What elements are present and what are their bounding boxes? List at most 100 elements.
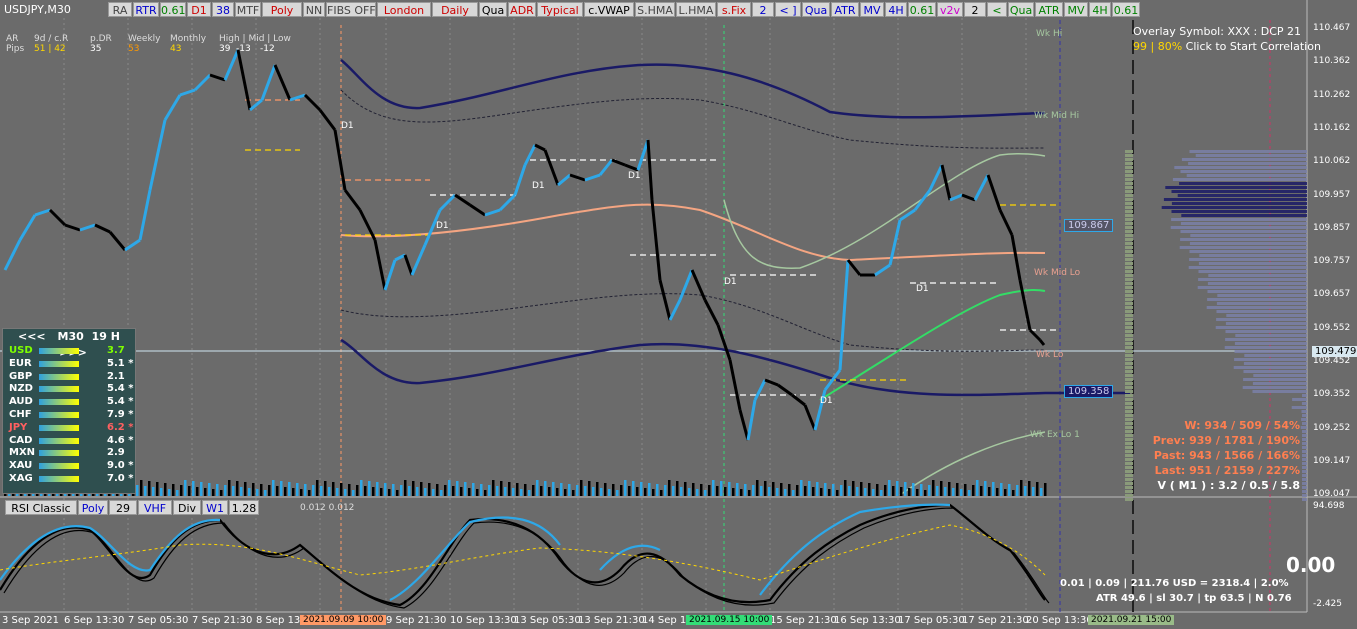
toolbar-button[interactable]: 4H <box>1089 2 1111 17</box>
toolbar-button[interactable]: MV <box>1064 2 1088 17</box>
toolbar-button[interactable]: ATR <box>831 2 859 17</box>
rsi-toolbar-button[interactable]: 1.28 <box>229 500 259 515</box>
toolbar-button[interactable]: c.VWAP <box>584 2 634 17</box>
toolbar-button[interactable]: v2v <box>937 2 963 17</box>
volume-bar <box>484 490 487 496</box>
correlation-link[interactable]: 99 | 80% Click to Start Correlation <box>1133 40 1321 53</box>
rsi-toolbar-button[interactable]: RSI Classic <box>5 500 77 515</box>
price-segment <box>373 239 387 291</box>
volume-profile-bar <box>1125 358 1133 361</box>
volume-profile-bar <box>1125 434 1133 437</box>
toolbar-button[interactable]: < ] <box>775 2 801 17</box>
volume-bar <box>428 483 431 496</box>
volume-bar <box>864 488 867 496</box>
volume-profile-bar <box>1125 262 1133 265</box>
volume-profile-bar <box>1125 298 1133 301</box>
toolbar-button[interactable]: D1 <box>187 2 211 17</box>
volume-bar <box>164 483 167 496</box>
rsi-toolbar-button[interactable]: 29 <box>109 500 137 515</box>
rsi-toolbar-button[interactable]: Div <box>173 500 201 515</box>
toolbar-button[interactable]: London <box>377 2 431 17</box>
volume-profile-bar <box>1302 478 1307 481</box>
toolbar-button[interactable]: ADR <box>508 2 536 17</box>
toolbar-button[interactable]: 4H <box>885 2 907 17</box>
toolbar-button[interactable]: Typical <box>537 2 583 17</box>
volume-bar <box>152 487 155 496</box>
volume-profile-bar <box>1125 450 1133 453</box>
toolbar-button[interactable]: Qua <box>1008 2 1034 17</box>
toolbar-button[interactable]: 2 <box>752 2 774 17</box>
volume-bar <box>728 482 731 496</box>
volume-profile-bar <box>1125 410 1133 413</box>
toolbar-button[interactable]: MV <box>860 2 884 17</box>
volume-profile-bar <box>1302 494 1307 497</box>
d1-label: D1 <box>820 396 833 406</box>
volume-bar <box>452 486 455 496</box>
volume-profile-bar <box>1189 258 1307 261</box>
volume-bar <box>860 482 863 496</box>
volume-bar <box>424 488 427 496</box>
toolbar-button[interactable]: L.HMA <box>676 2 716 17</box>
toolbar-button[interactable]: < <box>987 2 1007 17</box>
upper-ma <box>723 152 1046 269</box>
strength-row: XAU 9.0 * <box>3 460 135 473</box>
volume-profile-bar <box>1125 210 1133 213</box>
rsi-toolbar-button[interactable]: W1 <box>202 500 228 515</box>
currency-code: AUD <box>9 396 33 408</box>
volume-profile-bar <box>1125 194 1133 197</box>
toolbar-button[interactable]: 0.61 <box>1112 2 1140 17</box>
volume-profile-bar <box>1302 466 1307 469</box>
toolbar-button[interactable]: NN <box>303 2 325 17</box>
pips-monthly: 43 <box>170 44 182 54</box>
toolbar-button[interactable]: Qua <box>479 2 507 17</box>
volume-bar <box>396 490 399 496</box>
volume-profile-bar <box>1125 382 1133 385</box>
toolbar-button[interactable]: FIBS OFF <box>326 2 376 17</box>
toolbar-button[interactable]: 2 <box>964 2 986 17</box>
volume-bar <box>392 484 395 496</box>
strength-prev-button[interactable]: <<< <box>18 330 46 343</box>
toolbar-button[interactable]: Daily <box>432 2 478 17</box>
price-segment <box>260 64 277 101</box>
toolbar-button[interactable]: RTR <box>133 2 159 17</box>
toolbar-button[interactable]: Qua <box>802 2 830 17</box>
volume-profile-bar <box>1125 362 1133 365</box>
toolbar-button[interactable]: MTF <box>235 2 261 17</box>
toolbar-button[interactable]: 38 <box>212 2 234 17</box>
volume-profile-bar <box>1163 198 1307 201</box>
volume-bar <box>672 486 675 496</box>
price-segment <box>108 231 127 251</box>
volume-bar <box>676 481 679 496</box>
currency-code: XAU <box>9 460 33 472</box>
toolbar-button[interactable]: 0.61 <box>908 2 936 17</box>
volume-bar <box>412 481 415 496</box>
price-segment <box>223 49 240 81</box>
volume-profile-bar <box>1125 350 1133 353</box>
volume-profile-bar <box>1125 398 1133 401</box>
volume-profile-bar <box>1125 218 1133 221</box>
pips-low: -12 <box>260 44 275 54</box>
volume-bar <box>468 488 471 496</box>
price-segment <box>303 93 322 112</box>
volume-profile-bar <box>1125 294 1133 297</box>
toolbar-button[interactable]: S.HMA <box>635 2 675 17</box>
volume-bar <box>496 486 499 496</box>
volume-profile-bar <box>1125 246 1133 249</box>
price-segment <box>899 208 916 222</box>
toolbar-button[interactable]: ATR <box>1035 2 1063 17</box>
toolbar-button[interactable]: 0.61 <box>160 2 186 17</box>
y-axis-tick: 110.062 <box>1313 156 1351 167</box>
toolbar-button[interactable]: RA <box>108 2 132 17</box>
volume-profile-bar <box>1225 322 1307 325</box>
volume-bar <box>868 483 871 496</box>
volume-bar <box>900 487 903 496</box>
rsi-toolbar-button[interactable]: VHF <box>138 500 172 515</box>
toolbar-button[interactable]: Poly <box>262 2 302 17</box>
volume-bar <box>1008 484 1011 496</box>
toolbar-button[interactable]: s.Fix <box>717 2 751 17</box>
price-chart[interactable] <box>0 0 1357 629</box>
price-segment <box>403 254 414 276</box>
rsi-toolbar-button[interactable]: Poly <box>78 500 108 515</box>
volume-bar <box>736 483 739 496</box>
price-segment <box>3 239 22 271</box>
